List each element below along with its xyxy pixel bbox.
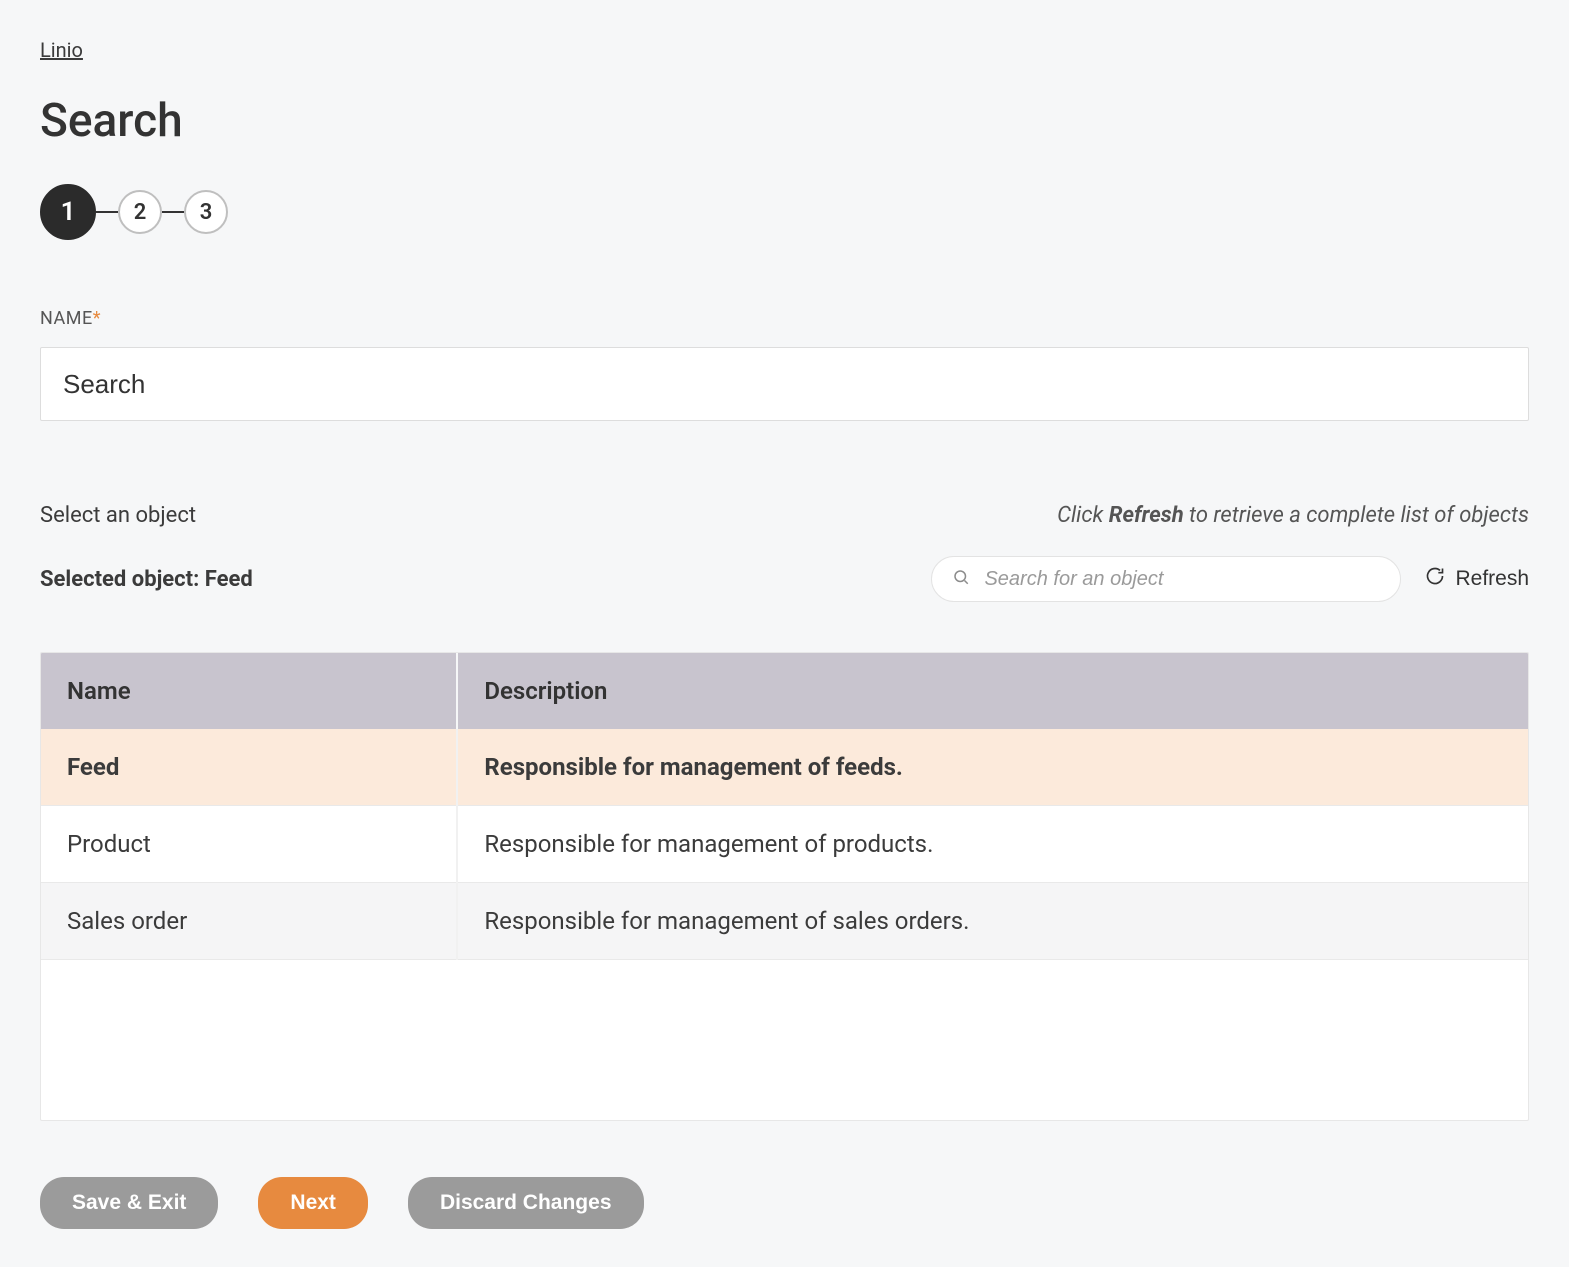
cell-name: Product bbox=[41, 806, 457, 883]
col-header-description[interactable]: Description bbox=[457, 653, 1528, 729]
footer-actions: Save & Exit Next Discard Changes bbox=[40, 1177, 1529, 1229]
name-input[interactable] bbox=[40, 347, 1529, 421]
search-icon bbox=[952, 568, 970, 590]
step-3[interactable]: 3 bbox=[184, 190, 228, 234]
table-row[interactable]: Product Responsible for management of pr… bbox=[41, 806, 1528, 883]
required-icon: * bbox=[93, 308, 101, 329]
next-button[interactable]: Next bbox=[258, 1177, 368, 1229]
breadcrumb: Linio bbox=[40, 38, 1529, 62]
object-table: Name Description Feed Responsible for ma… bbox=[40, 652, 1529, 1121]
cell-name: Sales order bbox=[41, 883, 457, 960]
name-label: NAME* bbox=[40, 308, 1529, 329]
table-empty-space bbox=[41, 960, 1528, 1120]
refresh-hint: Click Refresh to retrieve a complete lis… bbox=[1057, 503, 1529, 528]
step-2[interactable]: 2 bbox=[118, 190, 162, 234]
select-object-label: Select an object bbox=[40, 503, 196, 528]
selected-object-label: Selected object: Feed bbox=[40, 567, 253, 592]
col-header-name[interactable]: Name bbox=[41, 653, 457, 729]
object-search[interactable] bbox=[931, 556, 1401, 602]
discard-button[interactable]: Discard Changes bbox=[408, 1177, 644, 1229]
step-1[interactable]: 1 bbox=[40, 184, 96, 240]
cell-description: Responsible for management of feeds. bbox=[457, 729, 1528, 806]
breadcrumb-link-linio[interactable]: Linio bbox=[40, 38, 83, 62]
table-header-row: Name Description bbox=[41, 653, 1528, 729]
cell-description: Responsible for management of sales orde… bbox=[457, 883, 1528, 960]
table-row[interactable]: Feed Responsible for management of feeds… bbox=[41, 729, 1528, 806]
table-row[interactable]: Sales order Responsible for management o… bbox=[41, 883, 1528, 960]
refresh-icon bbox=[1425, 566, 1445, 592]
refresh-button[interactable]: Refresh bbox=[1425, 566, 1529, 592]
stepper: 1 2 3 bbox=[40, 184, 1529, 240]
cell-description: Responsible for management of products. bbox=[457, 806, 1528, 883]
step-connector bbox=[96, 211, 118, 213]
cell-name: Feed bbox=[41, 729, 457, 806]
object-search-input[interactable] bbox=[984, 568, 1380, 591]
save-exit-button[interactable]: Save & Exit bbox=[40, 1177, 218, 1229]
step-connector bbox=[162, 211, 184, 213]
page-title: Search bbox=[40, 94, 1529, 148]
refresh-label: Refresh bbox=[1455, 567, 1529, 591]
